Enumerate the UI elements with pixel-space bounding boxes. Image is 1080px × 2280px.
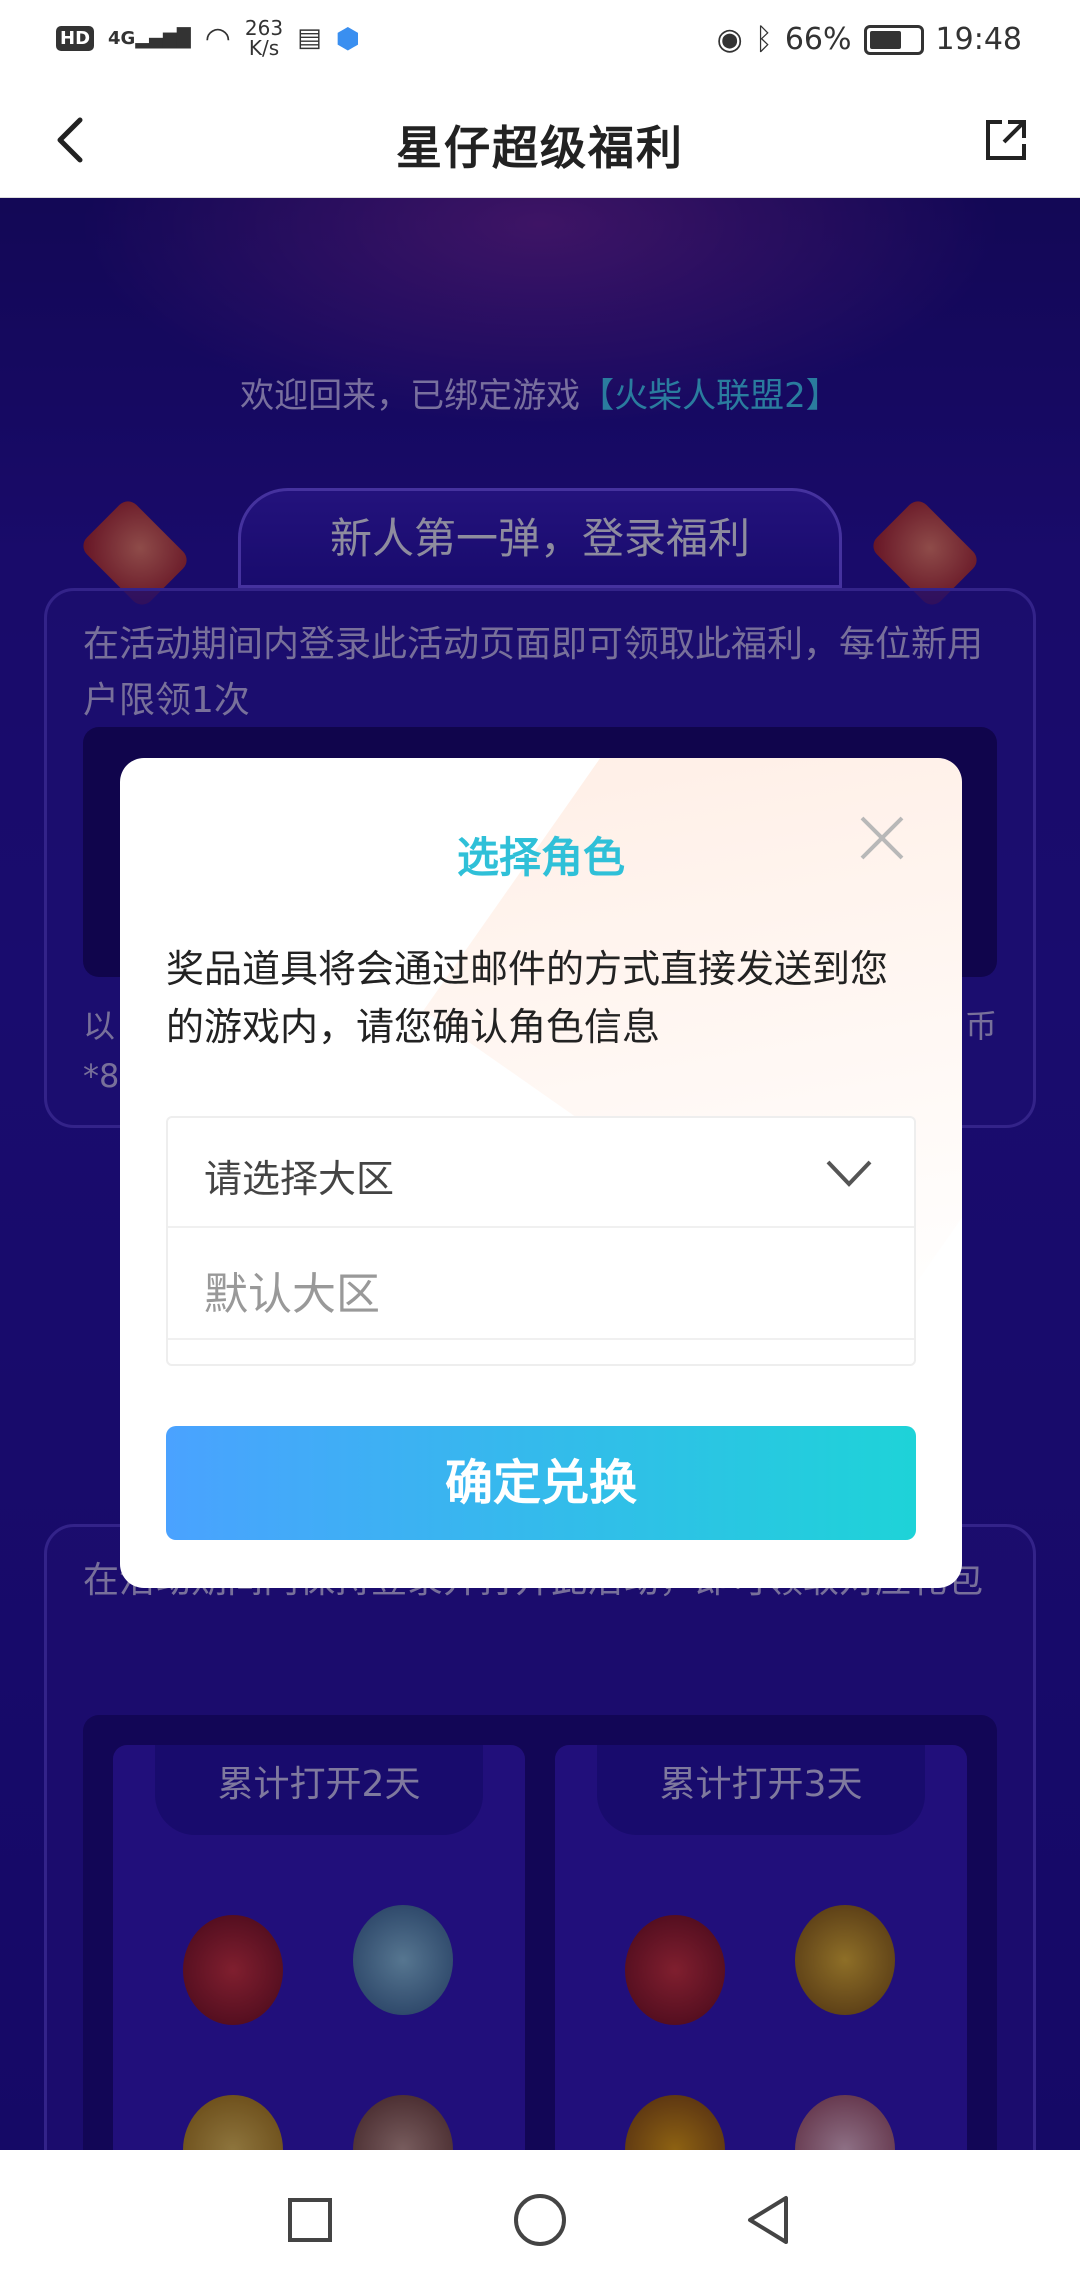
document-icon: ▤ — [297, 23, 322, 53]
clock: 19:48 — [935, 22, 1022, 57]
confirm-redeem-button[interactable]: 确定兑换 — [166, 1426, 916, 1540]
battery-icon — [863, 24, 924, 55]
close-button[interactable] — [854, 810, 910, 866]
nav-recent-button[interactable] — [280, 2190, 340, 2250]
wifi-icon: ◠ — [204, 20, 231, 56]
dialog-title: 选择角色 — [456, 833, 625, 882]
nav-home-button[interactable] — [510, 2190, 570, 2250]
close-icon — [860, 816, 904, 860]
nav-back-button[interactable] — [740, 2190, 800, 2250]
status-left: HD 4G▂▄▆█ ◠ 263 K/s ▤ ⬢ — [56, 18, 360, 58]
page-title: 星仔超级福利 — [396, 121, 684, 175]
circle-icon — [514, 2194, 566, 2246]
share-button[interactable] — [976, 110, 1036, 170]
region-select-placeholder: 请选择大区 — [204, 1157, 395, 1201]
network-speed: 263 K/s — [244, 16, 284, 60]
system-nav-bar — [0, 2150, 1080, 2280]
hd-badge: HD — [56, 25, 95, 51]
region-select: 请选择大区 默认大区 — [166, 1116, 916, 1366]
status-bar: HD 4G▂▄▆█ ◠ 263 K/s ▤ ⬢ ◉ ᛒ 66% 19:48 — [0, 0, 1080, 90]
select-role-dialog: 选择角色 奖品道具将会通过邮件的方式直接发送到您的游戏内，请您确认角色信息 请选… — [120, 758, 962, 1588]
battery-fill — [869, 30, 902, 49]
status-right: ◉ ᛒ 66% 19:48 — [717, 22, 1022, 57]
chevron-down-icon — [826, 1160, 872, 1187]
region-option-label: 默认大区 — [204, 1269, 380, 1320]
signal-icon: 4G▂▄▆█ — [108, 27, 191, 49]
eye-icon: ◉ — [716, 22, 743, 57]
shield-icon: ⬢ — [335, 21, 361, 55]
square-icon — [288, 2198, 332, 2242]
triangle-icon — [748, 2196, 788, 2244]
external-link-icon — [986, 120, 1026, 160]
battery-percent: 66% — [784, 22, 852, 57]
bluetooth-icon: ᛒ — [754, 22, 773, 57]
region-option-default[interactable]: 默认大区 — [168, 1228, 914, 1340]
region-select-trigger[interactable]: 请选择大区 — [168, 1118, 914, 1228]
dialog-description: 奖品道具将会通过邮件的方式直接发送到您的游戏内，请您确认角色信息 — [166, 947, 889, 1049]
app-header: 星仔超级福利 — [0, 90, 1080, 198]
